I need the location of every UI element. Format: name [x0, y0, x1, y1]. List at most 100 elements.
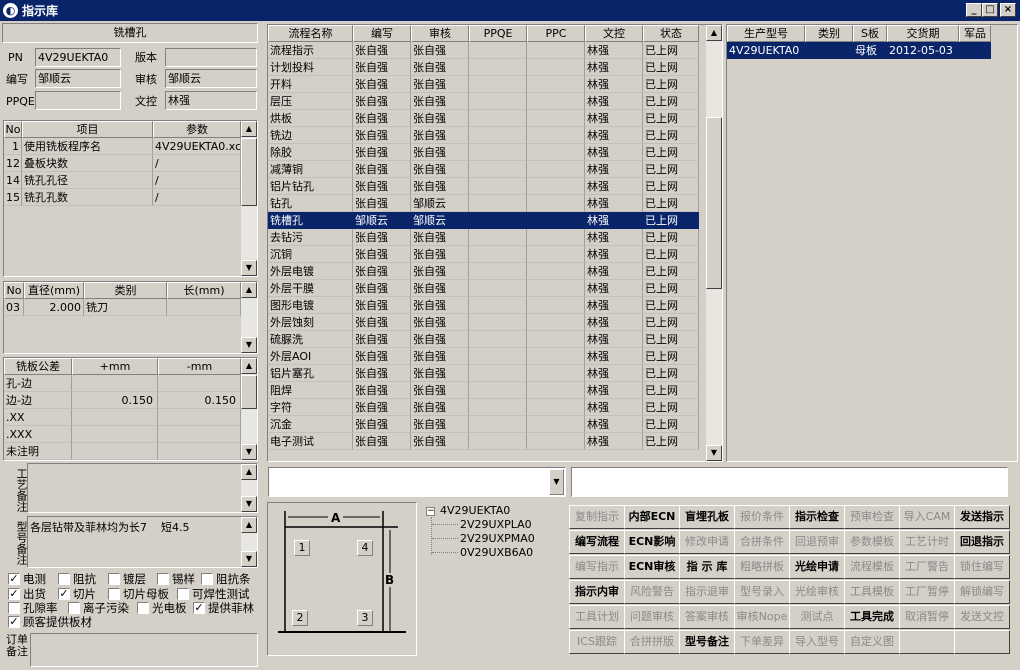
table-row[interactable]: 1 使用铣板程序名 4V29UEKTA0.xck [4, 138, 241, 155]
table-row[interactable]: 未注明 [4, 443, 241, 460]
checkbox-box[interactable] [58, 573, 70, 585]
corner-1[interactable]: 1 [294, 540, 310, 556]
table-row[interactable]: 12 叠板块数 / [4, 155, 241, 172]
corner-3[interactable]: 3 [357, 610, 373, 626]
action-button[interactable]: 盲埋孔板 [679, 505, 735, 529]
action-button[interactable]: ECN影响 [624, 530, 680, 554]
col-header[interactable]: 类别 [84, 282, 167, 299]
checkbox-box[interactable]: ✓ [58, 588, 70, 600]
table-row[interactable]: 外层AOI 张自强 张自强 林强 已上网 [268, 348, 699, 365]
checkbox-4[interactable]: 锡样 [157, 571, 195, 587]
col-header[interactable]: 审核 [411, 25, 469, 42]
checkbox-13[interactable]: ✓ 提供菲林 [193, 600, 254, 616]
table-row[interactable]: 图形电镀 张自强 张自强 林强 已上网 [268, 297, 699, 314]
scroll-down-icon[interactable]: ▼ [241, 337, 257, 353]
col-header[interactable]: 文控 [585, 25, 643, 42]
action-button[interactable]: 回退指示 [954, 530, 1010, 554]
process-scrollbar[interactable]: ▲ ▼ [706, 25, 722, 461]
table-row[interactable]: 铣槽孔 邹顺云 邹顺云 林强 已上网 [268, 212, 699, 229]
scroll-down-icon[interactable]: ▼ [241, 444, 257, 460]
col-header[interactable]: 直径(mm) [24, 282, 84, 299]
table-row[interactable]: 03 2.000 铣刀 [4, 299, 241, 316]
col-header[interactable]: No [4, 121, 22, 138]
table-row[interactable]: 硫脲洗 张自强 张自强 林强 已上网 [268, 331, 699, 348]
table-row[interactable]: 沉铜 张自强 张自强 林强 已上网 [268, 246, 699, 263]
checkbox-box[interactable] [8, 602, 20, 614]
pn-field[interactable]: 4V29UEKTA0 [35, 48, 121, 67]
tree-item[interactable]: 2V29UXPLA0 [460, 518, 532, 531]
col-header[interactable]: +mm [72, 358, 158, 375]
reviewer-field[interactable]: 邹顺云 [165, 69, 257, 88]
action-button[interactable]: 指示检查 [789, 505, 845, 529]
order-note-field[interactable] [30, 633, 258, 667]
checkbox-12[interactable]: 光电板 [137, 600, 187, 616]
table-row[interactable]: 减薄铜 张自强 张自强 林强 已上网 [268, 161, 699, 178]
scroll-up-icon[interactable]: ▲ [241, 517, 257, 533]
action-button[interactable]: 指示内审 [569, 580, 625, 604]
writer-field[interactable]: 邹顺云 [35, 69, 121, 88]
table-row[interactable]: 4V29UEKTA0 母板 2012-05-03 [727, 42, 991, 59]
action-button[interactable]: 内部ECN [624, 505, 680, 529]
col-header[interactable]: 类别 [805, 25, 853, 42]
col-header[interactable]: 编写 [353, 25, 411, 42]
scroll-up-icon[interactable]: ▲ [706, 25, 722, 41]
corner-2[interactable]: 2 [292, 610, 308, 626]
scroll-down-icon[interactable]: ▼ [241, 551, 257, 567]
table-row[interactable]: 沉金 张自强 张自强 林强 已上网 [268, 416, 699, 433]
tree-root[interactable]: 4V29UEKTA0 [440, 504, 510, 517]
col-header[interactable]: 铣板公差 [4, 358, 72, 375]
table-row[interactable]: 14 铣孔孔径 / [4, 172, 241, 189]
table-row[interactable]: 铣边 张自强 张自强 林强 已上网 [268, 127, 699, 144]
table-row[interactable]: 层压 张自强 张自强 林强 已上网 [268, 93, 699, 110]
col-header[interactable]: 流程名称 [268, 25, 353, 42]
checkbox-box[interactable] [137, 602, 149, 614]
checkbox-box[interactable] [68, 602, 80, 614]
action-button[interactable]: 光绘申请 [789, 555, 845, 579]
action-button[interactable]: 编写流程 [569, 530, 625, 554]
tolerance-scrollbar[interactable]: ▲ ▼ [241, 358, 257, 460]
scroll-up-icon[interactable]: ▲ [241, 282, 257, 298]
table-row[interactable]: 电子测试 张自强 张自强 林强 已上网 [268, 433, 699, 450]
col-header[interactable]: 状态 [643, 25, 699, 42]
table-row[interactable]: 边-边 0.150 0.150 [4, 392, 241, 409]
param-scrollbar[interactable]: ▲ ▼ [241, 121, 257, 276]
maximize-button[interactable]: □ [982, 3, 998, 17]
close-button[interactable]: × [1000, 3, 1016, 17]
scroll-down-icon[interactable]: ▼ [241, 496, 257, 512]
checkbox-box[interactable] [108, 588, 120, 600]
corner-4[interactable]: 4 [357, 540, 373, 556]
table-row[interactable]: 铝片塞孔 张自强 张自强 林强 已上网 [268, 365, 699, 382]
process-note-scrollbar[interactable]: ▲ ▼ [241, 464, 257, 512]
scroll-up-icon[interactable]: ▲ [241, 358, 257, 374]
col-header[interactable]: 参数 [153, 121, 241, 138]
col-header[interactable]: No [4, 282, 24, 299]
model-note-field[interactable]: 各层钻带及菲林均为长7 短4.5 ▲ ▼ [27, 516, 258, 568]
action-button[interactable]: 工具完成 [844, 605, 900, 629]
table-row[interactable]: 计划投料 张自强 张自强 林强 已上网 [268, 59, 699, 76]
process-note-field[interactable]: ▲ ▼ [27, 463, 258, 513]
table-row[interactable]: 钻孔 张自强 邹顺云 林强 已上网 [268, 195, 699, 212]
table-row[interactable]: 外层蚀刻 张自强 张自强 林强 已上网 [268, 314, 699, 331]
right-input[interactable] [571, 467, 1008, 497]
checkbox-1[interactable]: ✓ 电测 [8, 571, 46, 587]
checkbox-box[interactable] [108, 573, 120, 585]
tree-collapse-icon[interactable]: − [426, 507, 435, 516]
tree-item[interactable]: 0V29UXB6A0 [460, 546, 533, 559]
checkbox-3[interactable]: 镀层 [108, 571, 146, 587]
scroll-down-icon[interactable]: ▼ [706, 445, 722, 461]
table-row[interactable]: .XXX [4, 426, 241, 443]
checkbox-box[interactable] [201, 573, 213, 585]
table-row[interactable]: 阻焊 张自强 张自强 林强 已上网 [268, 382, 699, 399]
checkbox-box[interactable] [157, 573, 169, 585]
col-header[interactable]: 交货期 [887, 25, 959, 42]
checkbox-2[interactable]: 阻抗 [58, 571, 96, 587]
action-button[interactable]: ECN审核 [624, 555, 680, 579]
action-button[interactable]: 发送指示 [954, 505, 1010, 529]
table-row[interactable]: 字符 张自强 张自强 林强 已上网 [268, 399, 699, 416]
checkbox-box[interactable]: ✓ [193, 602, 205, 614]
checkbox-box[interactable]: ✓ [8, 573, 20, 585]
table-row[interactable]: .XX [4, 409, 241, 426]
checkbox-14[interactable]: ✓ 顾客提供板材 [8, 614, 92, 630]
checkbox-box[interactable]: ✓ [8, 616, 20, 628]
table-row[interactable]: 去钻污 张自强 张自强 林强 已上网 [268, 229, 699, 246]
